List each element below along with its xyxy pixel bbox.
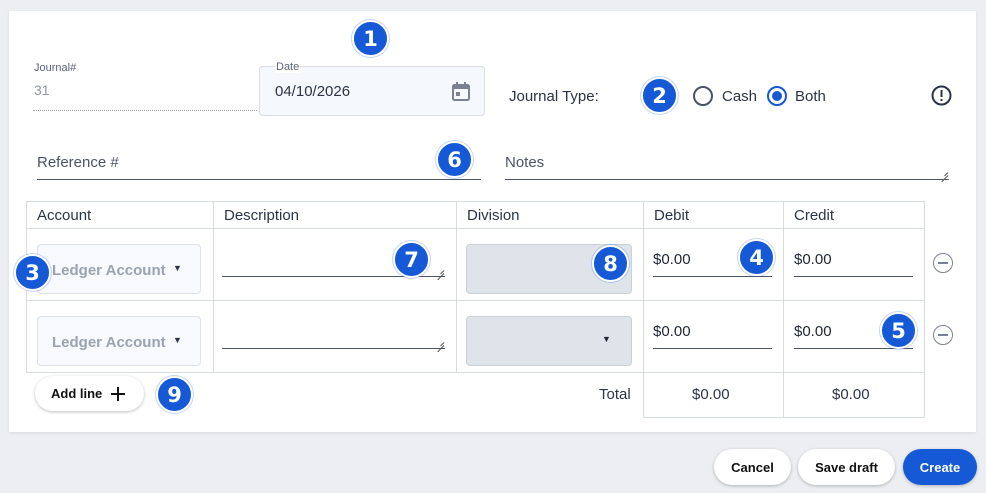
reference-input[interactable]: Reference # xyxy=(37,154,119,171)
add-line-button[interactable]: Add line xyxy=(35,376,144,411)
credit-underline xyxy=(794,276,913,277)
annotation-badge-9: 9 xyxy=(156,376,193,413)
calendar-icon[interactable] xyxy=(452,82,470,101)
debit-underline xyxy=(653,348,772,349)
column-header-description: Description xyxy=(213,201,457,229)
caret-down-icon: ▼ xyxy=(602,334,611,344)
radio-both[interactable] xyxy=(767,86,787,106)
notes-input[interactable]: Notes xyxy=(505,154,544,171)
annotation-badge-4: 4 xyxy=(738,239,775,276)
journal-type-label: Journal Type: xyxy=(509,88,599,105)
minus-circle-icon[interactable] xyxy=(933,325,953,345)
annotation-badge-6: 6 xyxy=(436,141,473,178)
radio-cash[interactable] xyxy=(693,86,713,106)
description-input[interactable] xyxy=(222,348,445,349)
create-button[interactable]: Create xyxy=(903,449,977,485)
cancel-button[interactable]: Cancel xyxy=(714,449,791,485)
save-draft-button[interactable]: Save draft xyxy=(798,449,895,485)
column-header-debit: Debit xyxy=(643,201,784,229)
date-label: Date xyxy=(275,61,301,73)
annotation-badge-7: 7 xyxy=(393,241,430,278)
ledger-account-select[interactable]: Ledger Account ▼ xyxy=(37,244,201,294)
description-resize-handle[interactable] xyxy=(436,338,444,346)
annotation-badge-2: 2 xyxy=(641,77,678,114)
ledger-account-placeholder: Ledger Account xyxy=(52,334,166,351)
debit-input[interactable]: $0.00 xyxy=(653,251,691,268)
debit-underline xyxy=(653,276,772,277)
journal-number-label: Journal# xyxy=(34,62,77,74)
credit-input[interactable]: $0.00 xyxy=(794,251,832,268)
annotation-badge-8: 8 xyxy=(592,245,629,282)
plus-icon xyxy=(111,386,126,401)
reference-underline xyxy=(37,179,481,180)
info-icon[interactable] xyxy=(931,85,952,106)
debit-input[interactable]: $0.00 xyxy=(653,323,691,340)
add-line-label: Add line xyxy=(51,386,103,401)
journal-number-value: 31 xyxy=(34,82,50,98)
column-header-division: Division xyxy=(456,201,644,229)
annotation-badge-5: 5 xyxy=(880,312,917,349)
caret-down-icon: ▼ xyxy=(173,263,182,273)
credit-input[interactable]: $0.00 xyxy=(794,323,832,340)
annotation-badge-3: 3 xyxy=(14,254,51,291)
total-label: Total xyxy=(599,386,631,403)
radio-cash-label[interactable]: Cash xyxy=(722,88,757,105)
journal-number-underline xyxy=(33,110,257,111)
date-field[interactable]: Date 04/10/2026 xyxy=(259,61,485,116)
total-credit: $0.00 xyxy=(832,386,870,403)
total-debit: $0.00 xyxy=(692,386,730,403)
description-resize-handle[interactable] xyxy=(436,266,444,274)
ledger-account-select[interactable]: Ledger Account ▼ xyxy=(37,316,201,366)
notes-underline xyxy=(505,179,949,180)
radio-both-label[interactable]: Both xyxy=(795,88,826,105)
caret-down-icon: ▼ xyxy=(173,335,182,345)
annotation-badge-1: 1 xyxy=(352,20,389,57)
minus-circle-icon[interactable] xyxy=(933,253,953,273)
ledger-account-placeholder: Ledger Account xyxy=(52,262,166,279)
notes-resize-handle[interactable] xyxy=(940,168,948,176)
column-header-credit: Credit xyxy=(783,201,925,229)
column-header-account: Account xyxy=(26,201,214,229)
date-value[interactable]: 04/10/2026 xyxy=(275,83,350,100)
division-select[interactable]: ▼ xyxy=(466,316,632,366)
